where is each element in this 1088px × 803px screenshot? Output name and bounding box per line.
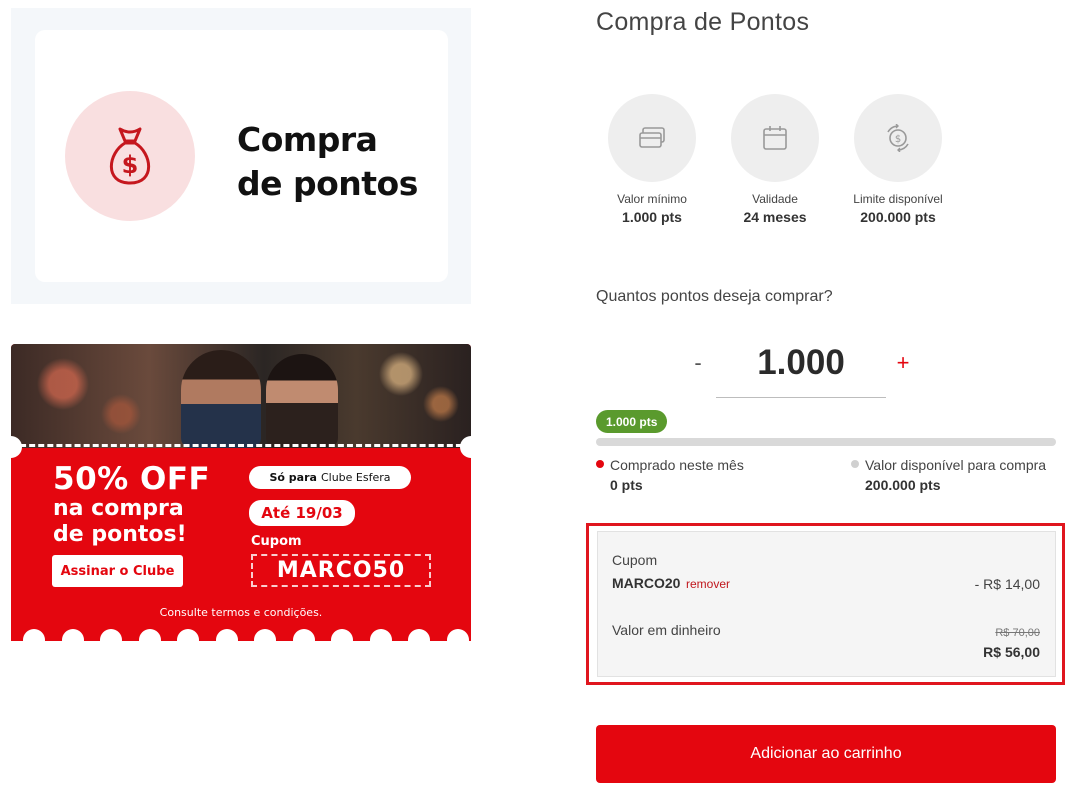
- svg-text:$: $: [895, 134, 901, 145]
- red-dot-icon: [596, 460, 604, 468]
- promo-banner[interactable]: 50% OFF na compra de pontos! Assinar o C…: [11, 344, 471, 641]
- promo-terms[interactable]: Consulte termos e condições.: [11, 606, 471, 619]
- points-quantity-input[interactable]: 1.000: [716, 340, 886, 398]
- subscribe-club-button[interactable]: Assinar o Clube: [52, 555, 183, 587]
- promo-coupon-code: MARCO50: [251, 554, 431, 587]
- coupon-label: Cupom: [612, 552, 658, 568]
- product-title: Compra de pontos: [237, 118, 418, 206]
- credit-card-icon: [608, 94, 696, 182]
- calendar-icon: [731, 94, 819, 182]
- currency-exchange-icon: $: [854, 94, 942, 182]
- info-label: Valor mínimo: [617, 192, 687, 206]
- legend-available-label: Valor disponível para compra: [865, 457, 1047, 473]
- gray-dot-icon: [851, 460, 859, 468]
- cash-value-original: R$ 70,00: [995, 627, 1040, 639]
- info-label: Limite disponível: [853, 192, 943, 206]
- info-min-value: Valor mínimo 1.000 pts: [587, 94, 717, 225]
- legend-purchased-label: Comprado neste mês: [610, 457, 744, 473]
- club-name: Clube Esfera: [320, 471, 391, 484]
- promo-ticket-perforation: [11, 444, 471, 447]
- money-bag-icon: $: [65, 91, 195, 221]
- coupon-code: MARCO20: [612, 575, 681, 591]
- club-prefix: Só para: [269, 471, 317, 484]
- page-title: Compra de Pontos: [596, 8, 810, 36]
- promo-ticket-edge: [23, 629, 469, 641]
- product-image-card: $ Compra de pontos: [11, 8, 471, 304]
- points-badge: 1.000 pts: [596, 410, 668, 433]
- info-value: 1.000 pts: [622, 209, 682, 225]
- info-available-limit: $ Limite disponível 200.000 pts: [833, 94, 963, 225]
- quantity-question: Quantos pontos deseja comprar?: [596, 288, 833, 305]
- decrease-button[interactable]: -: [690, 350, 706, 376]
- promo-couple-photo: [11, 344, 471, 448]
- product-image-inner: $ Compra de pontos: [35, 30, 448, 282]
- legend-purchased: Comprado neste mês 0 pts: [596, 457, 744, 493]
- remove-coupon-link[interactable]: remover: [686, 577, 730, 591]
- info-label: Validade: [752, 192, 798, 206]
- info-validity: Validade 24 meses: [710, 94, 840, 225]
- promo-subline1: na compra: [53, 496, 184, 521]
- promo-subline2: de pontos!: [53, 522, 187, 547]
- cash-value-label: Valor em dinheiro: [612, 622, 721, 638]
- product-title-line1: Compra: [237, 120, 378, 159]
- club-exclusive-pill: Só para Clube Esfera: [249, 466, 411, 489]
- promo-discount: 50% OFF: [53, 461, 211, 497]
- legend-purchased-value: 0 pts: [610, 477, 643, 493]
- cash-value-final: R$ 56,00: [983, 644, 1040, 660]
- increase-button[interactable]: +: [893, 350, 913, 376]
- svg-text:$: $: [122, 151, 139, 179]
- product-title-line2: de pontos: [237, 164, 418, 203]
- purchase-progress-bar: [596, 438, 1056, 446]
- info-value: 24 meses: [743, 209, 807, 225]
- legend-available-value: 200.000 pts: [865, 477, 941, 493]
- info-value: 200.000 pts: [860, 209, 936, 225]
- promo-date-pill: Até 19/03: [249, 500, 355, 526]
- add-to-cart-button[interactable]: Adicionar ao carrinho: [596, 725, 1056, 783]
- promo-headline: 50% OFF na compra de pontos!: [53, 462, 210, 548]
- promo-coupon-label: Cupom: [251, 534, 302, 549]
- coupon-discount: - R$ 14,00: [974, 576, 1040, 592]
- legend-available: Valor disponível para compra 200.000 pts: [851, 457, 1046, 493]
